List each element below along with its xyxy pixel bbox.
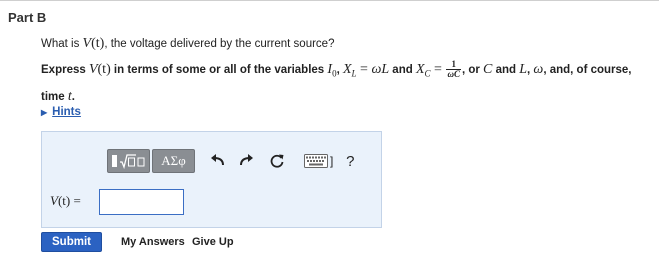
keyboard-icon xyxy=(304,154,328,168)
top-divider xyxy=(0,0,659,1)
give-up-link[interactable]: Give Up xyxy=(192,236,234,248)
instruction-fragment: and xyxy=(389,64,416,76)
question-suffix: , the voltage delivered by the current s… xyxy=(104,38,335,50)
math-var-xc: X xyxy=(415,62,425,77)
reset-icon[interactable] xyxy=(268,151,286,171)
math-var-c: C xyxy=(483,62,493,77)
question-prefix: What is xyxy=(41,38,83,50)
math-var-l: L xyxy=(519,62,528,77)
answer-input[interactable] xyxy=(99,189,184,215)
undo-arrow-icon xyxy=(211,154,224,166)
redo-arrow-icon xyxy=(240,154,253,166)
hints-toggle[interactable]: ▶ Hints xyxy=(41,106,81,118)
help-button[interactable]: ? xyxy=(341,151,359,171)
submit-button[interactable]: Submit xyxy=(41,232,102,252)
expand-triangle-icon: ▶ xyxy=(41,108,48,117)
question-var: V xyxy=(82,36,92,51)
hints-label: Hints xyxy=(52,106,81,118)
templates-icon xyxy=(111,154,144,170)
reset-circle-icon xyxy=(270,154,284,168)
templates-button[interactable] xyxy=(107,149,150,173)
answer-var: V xyxy=(50,193,58,208)
keyboard-bracket: ] xyxy=(330,154,334,168)
math-var-arg: (t) xyxy=(97,62,111,77)
math-equals: = xyxy=(430,62,446,77)
math-fraction: 1 ωC xyxy=(446,60,461,79)
answer-panel: ΑΣφ ] ? V(t) = xyxy=(41,131,382,228)
question-text: What is V(t), the voltage delivered by t… xyxy=(41,36,334,52)
question-var-arg: (t) xyxy=(91,36,105,51)
my-answers-link[interactable]: My Answers xyxy=(121,236,185,248)
instruction-text: Express V(t) in terms of some or all of … xyxy=(41,58,651,109)
math-var-xl: X xyxy=(342,62,352,77)
math-equals: = xyxy=(356,62,372,77)
math-toolbar: ΑΣφ ] ? xyxy=(107,148,359,174)
math-var-omega: ω xyxy=(533,62,544,77)
math-omega-l: ωL xyxy=(371,62,390,77)
redo-icon[interactable] xyxy=(238,151,256,171)
instruction-fragment: . xyxy=(71,91,75,104)
math-var-v: V xyxy=(88,62,98,77)
answer-equals: = xyxy=(70,193,81,208)
answer-variable-label: V(t) = xyxy=(50,193,81,209)
instruction-fragment: and xyxy=(492,64,520,76)
part-title: Part B xyxy=(8,10,47,25)
symbols-button[interactable]: ΑΣφ xyxy=(152,149,195,173)
instruction-fragment: Express xyxy=(41,64,89,76)
fraction-denominator: ωC xyxy=(447,69,460,80)
undo-icon[interactable] xyxy=(208,151,226,171)
instruction-fragment: , or xyxy=(461,64,484,76)
answer-var-arg: (t) xyxy=(57,193,71,208)
keyboard-button[interactable] xyxy=(304,151,328,171)
instruction-fragment: in terms of some or all of the variables xyxy=(110,64,328,76)
